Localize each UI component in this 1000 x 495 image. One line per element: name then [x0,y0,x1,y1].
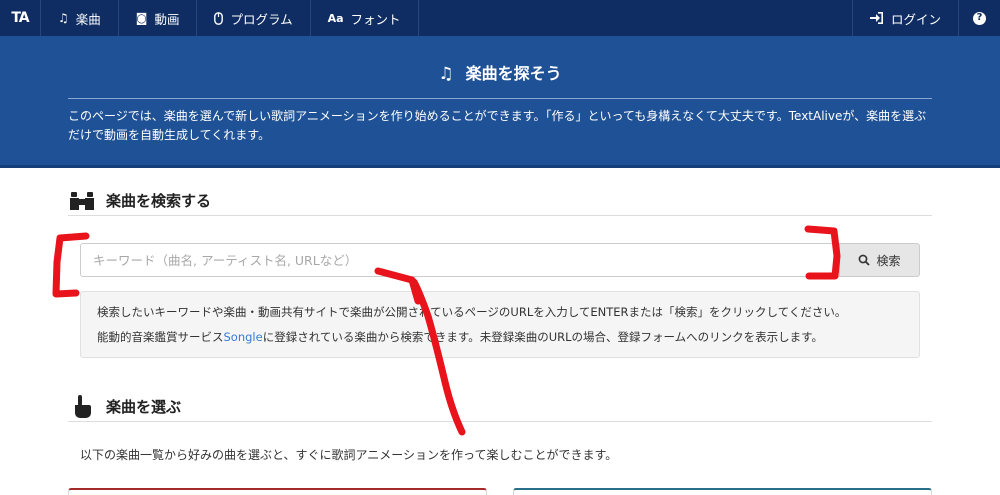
page-title-text: 楽曲を探そう [465,64,562,83]
font-icon: Aa [327,11,344,25]
search-button[interactable]: 検索 [839,243,920,277]
nav-item-label: 楽曲 [75,11,101,27]
music-note-icon: ♫ [438,64,454,84]
hero-banner: ♫ 楽曲を探そう このページでは、楽曲を選んで新しい歌詞アニメーションを作り始める… [0,36,1000,168]
help-text: 能動的音楽鑑賞サービス [97,330,224,344]
pointing-hand-icon [68,394,96,419]
nav-item-programs[interactable]: プログラム [197,0,311,36]
nav-item-label: プログラム [230,11,293,27]
nav-item-label: フォント [350,11,401,27]
nav-item-fonts[interactable]: Aa フォント [311,0,419,36]
login-label: ログイン [890,11,941,27]
pick-section-heading: 楽曲を選ぶ [68,392,932,422]
search-section-heading: 楽曲を検索する [68,186,932,216]
search-section-title: 楽曲を検索する [106,192,212,210]
nav-item-videos[interactable]: ◙ 動画 [119,0,198,36]
sign-in-icon [869,12,884,24]
search-input[interactable] [80,243,840,277]
pick-section-description: 以下の楽曲一覧から好みの曲を選ぶと、すぐに歌詞アニメーションを作って楽しむことが… [80,448,618,462]
song-card[interactable] [513,488,932,495]
binoculars-icon [68,191,96,211]
pick-section-title: 楽曲を選ぶ [106,398,182,416]
logo-text: TA [11,10,29,26]
search-help-box: 検索したいキーワードや楽曲・動画共有サイトで楽曲が公開されているページのURLを… [80,291,920,358]
help-text: に登録されている楽曲から検索できます。未登録楽曲のURLの場合、登録フォームへの… [262,330,824,344]
search-button-label: 検索 [876,253,901,268]
search-icon [858,254,871,266]
login-button[interactable]: ログイン [851,0,958,36]
nav-item-label: 動画 [154,11,180,27]
question-icon: ? [973,11,986,25]
song-card[interactable] [68,488,487,495]
hero-divider [68,98,932,99]
help-button[interactable]: ? [958,0,1000,36]
camera-icon: ◙ [135,11,148,25]
page-title: ♫ 楽曲を探そう [0,60,1000,84]
hero-description: このページでは、楽曲を選んで新しい歌詞アニメーションを作り始めることができます。… [68,109,927,142]
nav-item-songs[interactable]: ♫ 楽曲 [41,0,119,36]
search-help-line: 能動的音楽鑑賞サービスSongleに登録されている楽曲から検索できます。未登録楽… [97,325,903,350]
textalive-logo[interactable]: TA [0,0,41,36]
songle-link[interactable]: Songle [224,330,263,344]
search-help-line: 検索したいキーワードや楽曲・動画共有サイトで楽曲が公開されているページのURLを… [97,305,847,319]
music-note-icon: ♫ [58,11,69,25]
mouse-icon [214,11,224,25]
top-navbar: TA ♫ 楽曲 ◙ 動画 プログラム Aa フォント ログイン ? [0,0,1000,36]
